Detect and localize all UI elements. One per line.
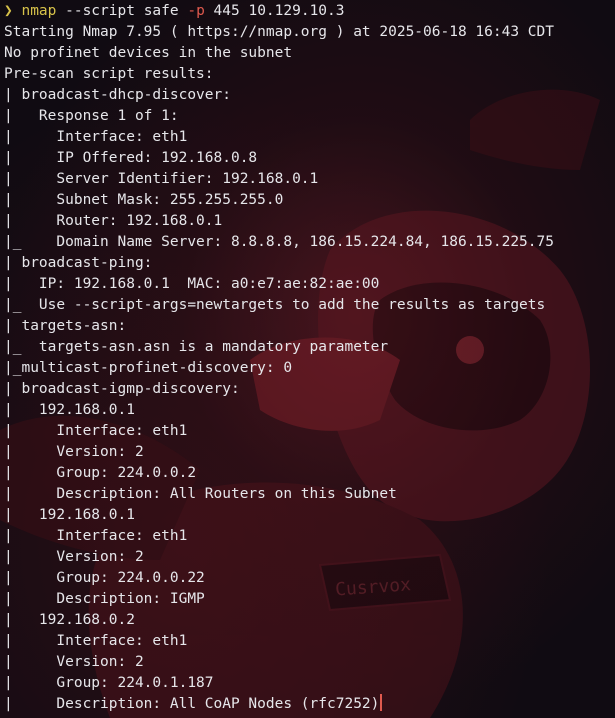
output-line: | targets-asn: (4, 318, 127, 334)
command-args-target: 445 10.129.10.3 (204, 3, 345, 19)
output-line: | Description: All Routers on this Subne… (4, 486, 397, 502)
terminal-output: ❯ nmap --script safe -p 445 10.129.10.3 … (4, 1, 612, 715)
command-flag: -p (187, 3, 205, 19)
output-line: | Version: 2 (4, 444, 144, 460)
output-line-last[interactable]: | Description: All CoAP Nodes (rfc7252) (4, 694, 612, 715)
prompt-arrow-icon: ❯ (4, 3, 13, 19)
output-line: | Group: 224.0.1.187 (4, 675, 214, 691)
output-line: | 192.168.0.2 (4, 612, 135, 628)
output-line: No profinet devices in the subnet (4, 45, 293, 61)
output-line: Pre-scan script results: (4, 66, 214, 82)
output-line: | broadcast-ping: (4, 255, 153, 271)
output-line: | Description: IGMP (4, 591, 205, 607)
output-last-text: | Description: All CoAP Nodes (rfc7252) (4, 696, 380, 712)
output-line: |_ Domain Name Server: 8.8.8.8, 186.15.2… (4, 234, 554, 250)
output-line: | IP Offered: 192.168.0.8 (4, 150, 258, 166)
output-line: | 192.168.0.1 (4, 507, 135, 523)
output-line: | Router: 192.168.0.1 (4, 213, 223, 229)
output-line: | Response 1 of 1: (4, 108, 179, 124)
text-cursor (380, 694, 383, 711)
output-line: | Version: 2 (4, 549, 144, 565)
output-line: | Interface: eth1 (4, 528, 188, 544)
command-prompt-line[interactable]: ❯ nmap --script safe -p 445 10.129.10.3 (4, 1, 612, 22)
command-args: --script safe (56, 3, 188, 19)
output-line: | broadcast-igmp-discovery: (4, 381, 240, 397)
output-line: | Group: 224.0.0.2 (4, 465, 197, 481)
output-line: | Version: 2 (4, 654, 144, 670)
output-line: | IP: 192.168.0.1 MAC: a0:e7:ae:82:ae:00 (4, 276, 380, 292)
output-line: | broadcast-dhcp-discover: (4, 87, 231, 103)
output-line: | Interface: eth1 (4, 633, 188, 649)
output-line: | Group: 224.0.0.22 (4, 570, 205, 586)
output-line: | Interface: eth1 (4, 423, 188, 439)
output-line: | Server Identifier: 192.168.0.1 (4, 171, 319, 187)
output-line: |_ Use --script-args=newtargets to add t… (4, 297, 546, 313)
output-line: | Interface: eth1 (4, 129, 188, 145)
output-line: | Subnet Mask: 255.255.255.0 (4, 192, 284, 208)
terminal-window[interactable]: Cusrvox ❯ nmap --script safe -p 445 10.1… (0, 0, 615, 718)
output-line: | 192.168.0.1 (4, 402, 135, 418)
output-line: Starting Nmap 7.95 ( https://nmap.org ) … (4, 24, 554, 40)
command-name: nmap (21, 3, 57, 19)
output-line: |_ targets-asn.asn is a mandatory parame… (4, 339, 389, 355)
output-line: |_multicast-profinet-discovery: 0 (4, 360, 293, 376)
